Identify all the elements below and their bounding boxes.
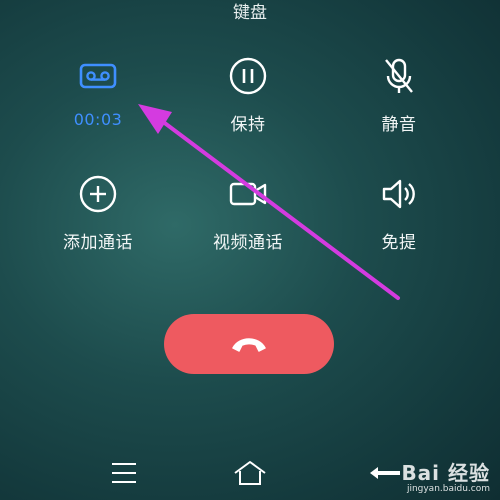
speaker-label: 免提	[381, 233, 417, 252]
video-call-button[interactable]: 视频通话	[188, 172, 308, 253]
phone-hangup-icon	[232, 338, 266, 352]
hold-label: 保持	[230, 115, 266, 134]
voicemail-record-icon	[79, 63, 117, 89]
record-timer: 00:03	[73, 110, 123, 129]
plus-circle-icon	[79, 175, 117, 213]
hold-button[interactable]: 保持	[188, 54, 308, 135]
microphone-off-icon	[385, 58, 413, 93]
pause-circle-icon	[229, 57, 267, 95]
record-button[interactable]: 00:03	[38, 54, 158, 129]
watermark-logo-text: Bai 经验	[401, 461, 490, 485]
speaker-button[interactable]: 免提	[339, 172, 459, 253]
video-call-label: 视频通话	[213, 233, 283, 252]
watermark: Bai 经验 jingyan.baidu.com	[401, 457, 490, 494]
video-camera-icon	[229, 182, 267, 206]
keypad-label[interactable]: 键盘	[0, 0, 500, 23]
menu-icon[interactable]	[104, 458, 144, 488]
hangup-button[interactable]	[164, 314, 334, 374]
mute-label: 静音	[381, 115, 417, 134]
speaker-icon	[382, 179, 415, 209]
mute-button[interactable]: 静音	[339, 54, 459, 135]
watermark-url: jingyan.baidu.com	[406, 484, 490, 494]
home-icon[interactable]	[230, 458, 270, 488]
back-icon[interactable]	[366, 458, 406, 488]
add-call-button[interactable]: 添加通话	[38, 172, 158, 253]
add-call-label: 添加通话	[63, 233, 133, 252]
